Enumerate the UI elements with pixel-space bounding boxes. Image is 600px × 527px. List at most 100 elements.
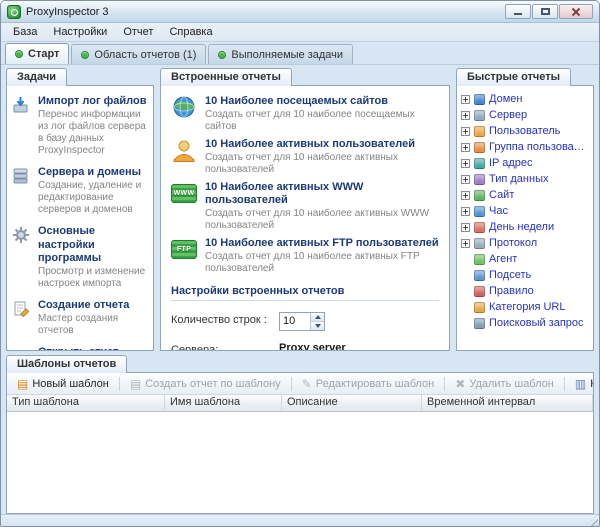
menu-settings[interactable]: Настройки	[45, 24, 115, 40]
report-title[interactable]: 10 Наиболее активных FTP пользователей	[205, 237, 439, 251]
builtin-reports-body: 10 Наиболее посещаемых сайтов Создать от…	[160, 85, 450, 351]
column-description[interactable]: Описание	[282, 395, 422, 411]
tab-status-icon	[218, 51, 226, 59]
www-server-icon: WWW	[171, 181, 197, 233]
delete-template-button[interactable]: ✖ Удалить шаблон	[449, 375, 560, 393]
task-title[interactable]: Импорт лог файлов	[38, 95, 148, 108]
quick-report-user-group[interactable]: Группа пользователей	[461, 139, 589, 155]
quick-report-rule[interactable]: Правило	[461, 283, 589, 299]
report-title[interactable]: 10 Наиболее посещаемых сайтов	[205, 95, 439, 109]
create-report-from-template-button[interactable]: ▤ Создать отчет по шаблону	[124, 375, 287, 393]
task-desc: Создание, удаление и редактирование серв…	[38, 180, 148, 216]
task-title[interactable]: Сервера и домены	[38, 166, 148, 179]
quick-report-search-query[interactable]: Поисковый запрос	[461, 315, 589, 331]
window-controls	[505, 4, 593, 19]
column-template-type[interactable]: Тип шаблона	[7, 395, 165, 411]
task-program-settings[interactable]: Основные настройки программы Просмотр и …	[12, 225, 148, 290]
data-type-icon	[474, 174, 485, 185]
hour-icon	[474, 206, 485, 217]
quick-report-weekday[interactable]: День недели	[461, 219, 589, 235]
menu-base[interactable]: База	[5, 24, 45, 40]
menu-help[interactable]: Справка	[161, 24, 220, 40]
quick-report-agent[interactable]: Агент	[461, 251, 589, 267]
task-open-report[interactable]: Открыть отчет Загрузить из файла ранее с…	[12, 346, 148, 351]
quick-reports-panel: Быстрые отчеты Домен Сервер Пользователь	[456, 68, 594, 351]
maximize-button[interactable]	[532, 4, 558, 19]
close-button[interactable]	[559, 4, 593, 19]
task-create-report[interactable]: Создание отчета Мастер создания отчетов	[12, 299, 148, 337]
quick-report-server[interactable]: Сервер	[461, 107, 589, 123]
expand-icon[interactable]	[461, 191, 470, 200]
report-top-www-users[interactable]: WWW 10 Наиболее активных WWW пользовател…	[171, 181, 439, 233]
quick-report-site[interactable]: Сайт	[461, 187, 589, 203]
column-template-name[interactable]: Имя шаблона	[165, 395, 282, 411]
task-title[interactable]: Открыть отчет	[38, 346, 148, 351]
expand-icon[interactable]	[461, 127, 470, 136]
expand-icon[interactable]	[461, 207, 470, 216]
tab-report-area[interactable]: Область отчетов (1)	[71, 44, 206, 64]
quick-report-subnet[interactable]: Подсеть	[461, 267, 589, 283]
templates-table-body	[7, 412, 593, 513]
report-title[interactable]: 10 Наиболее активных пользователей	[205, 138, 439, 152]
task-title[interactable]: Основные настройки программы	[38, 225, 148, 265]
rows-count-input[interactable]	[280, 313, 310, 330]
quick-report-user[interactable]: Пользователь	[461, 123, 589, 139]
expand-icon[interactable]	[461, 239, 470, 248]
task-title[interactable]: Создание отчета	[38, 299, 148, 312]
spin-up-button[interactable]	[311, 313, 324, 322]
new-template-button[interactable]: ▤ Новый шаблон	[11, 375, 115, 393]
minimize-button[interactable]	[505, 4, 531, 19]
rule-icon	[474, 286, 485, 297]
templates-toolbar: ▤ Новый шаблон ▤ Создать отчет по шаблон…	[7, 373, 593, 395]
expand-icon[interactable]	[461, 95, 470, 104]
task-import-logs[interactable]: Импорт лог файлов Перенос информации из …	[12, 95, 148, 157]
task-servers-domains[interactable]: Сервера и домены Создание, удаление и ре…	[12, 166, 148, 216]
clone-icon: ▥	[575, 378, 586, 390]
task-desc: Мастер создания отчетов	[38, 313, 148, 337]
edit-template-button[interactable]: ✎ Редактировать шаблон	[296, 375, 441, 393]
tab-label: Старт	[28, 48, 59, 60]
tasks-panel: Задачи Импорт лог файлов Перенос информа…	[6, 68, 154, 351]
spin-down-button[interactable]	[311, 322, 324, 330]
menu-report[interactable]: Отчет	[115, 24, 161, 40]
chevron-down-icon	[315, 324, 321, 328]
button-label: Создать отчет по шаблону	[145, 378, 280, 390]
task-desc: Перенос информации из лог файлов сервера…	[38, 109, 148, 157]
rows-count-label: Количество строк :	[171, 312, 279, 326]
report-top-sites[interactable]: 10 Наиболее посещаемых сайтов Создать от…	[171, 95, 439, 133]
servers-value[interactable]: Proxy server	[279, 342, 439, 351]
tab-running-tasks[interactable]: Выполняемые задачи	[208, 44, 353, 64]
tab-status-icon	[15, 50, 23, 58]
quick-report-url-category[interactable]: Категория URL	[461, 299, 589, 315]
title-bar[interactable]: ProxyInspector 3	[1, 1, 599, 23]
resize-grip-icon[interactable]	[585, 514, 598, 527]
main-area: Задачи Импорт лог файлов Перенос информа…	[1, 65, 599, 355]
report-top-users[interactable]: 10 Наиболее активных пользователей Созда…	[171, 138, 439, 176]
expand-icon[interactable]	[461, 143, 470, 152]
expand-icon[interactable]	[461, 159, 470, 168]
report-title[interactable]: 10 Наиболее активных WWW пользователей	[205, 181, 439, 209]
expand-icon[interactable]	[461, 223, 470, 232]
report-top-ftp-users[interactable]: FTP 10 Наиболее активных FTP пользовател…	[171, 237, 439, 275]
quick-report-protocol[interactable]: Протокол	[461, 235, 589, 251]
quick-reports-header: Быстрые отчеты	[456, 68, 571, 86]
quick-report-data-type[interactable]: Тип данных	[461, 171, 589, 187]
ftp-server-icon: FTP	[171, 237, 197, 275]
new-template-icon: ▤	[17, 378, 28, 390]
rows-count-stepper[interactable]	[279, 312, 325, 331]
expand-icon[interactable]	[461, 111, 470, 120]
window-title: ProxyInspector 3	[26, 6, 109, 18]
user-icon	[474, 126, 485, 137]
clone-template-button[interactable]: ▥ Клонировать	[569, 375, 594, 393]
quick-report-ip-address[interactable]: IP адрес	[461, 155, 589, 171]
quick-report-domain[interactable]: Домен	[461, 91, 589, 107]
expand-icon[interactable]	[461, 175, 470, 184]
ip-address-icon	[474, 158, 485, 169]
tab-start[interactable]: Старт	[5, 43, 69, 64]
servers-icon	[12, 166, 32, 216]
quick-report-hour[interactable]: Час	[461, 203, 589, 219]
tab-status-icon	[81, 51, 89, 59]
search-query-icon	[474, 318, 485, 329]
column-time-interval[interactable]: Временной интервал	[422, 395, 593, 411]
app-window: ProxyInspector 3 База Настройки Отчет Сп…	[0, 0, 600, 527]
